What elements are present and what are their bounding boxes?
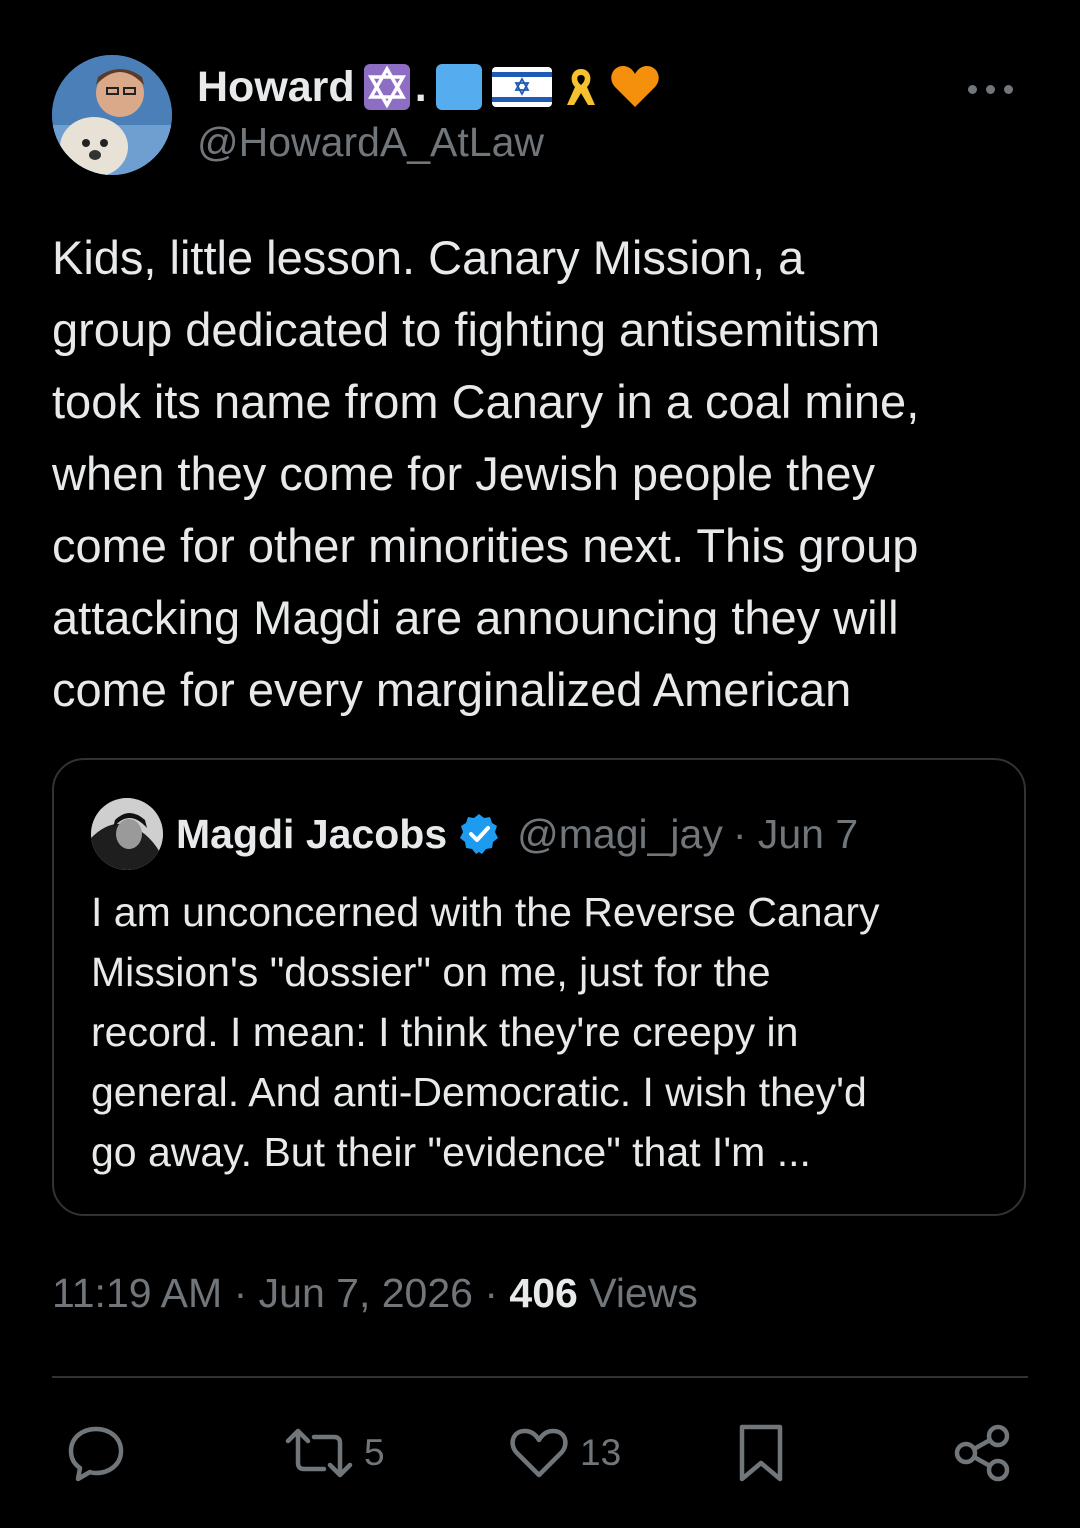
repost-button[interactable]: 5 — [284, 1408, 385, 1498]
israel-flag-icon — [491, 63, 553, 111]
more-options-button[interactable] — [968, 67, 1028, 107]
more-dot — [986, 85, 995, 94]
bookmark-button[interactable] — [734, 1408, 788, 1498]
tweet-metadata: 11:19 AM · Jun 7, 2026 · 406 Views — [52, 1270, 698, 1317]
orange-heart-icon — [609, 63, 661, 111]
meta-separator: · — [233, 1270, 259, 1316]
display-name-row: Howard . — [197, 59, 661, 115]
reply-button[interactable] — [66, 1408, 126, 1498]
more-dot — [968, 85, 977, 94]
tweet-time[interactable]: 11:19 AM — [52, 1270, 222, 1316]
author-handle[interactable]: @HowardA_AtLaw — [197, 119, 661, 166]
repost-count: 5 — [364, 1432, 385, 1473]
repost-icon — [284, 1423, 354, 1483]
share-icon — [952, 1422, 1014, 1484]
more-dot — [1004, 85, 1013, 94]
quoted-header: Magdi Jacobs @magi_jay · Jun 7 — [176, 806, 858, 862]
quoted-tweet[interactable]: Magdi Jacobs @magi_jay · Jun 7 I am unco… — [52, 758, 1026, 1216]
star-of-david-icon — [363, 63, 411, 111]
display-name[interactable]: Howard — [197, 63, 355, 112]
tweet-date[interactable]: Jun 7, 2026 — [259, 1270, 473, 1316]
share-button[interactable] — [952, 1408, 1014, 1498]
name-separator: . — [414, 62, 427, 111]
quoted-date: · Jun 7 — [732, 810, 859, 857]
bookmark-icon — [734, 1421, 788, 1485]
views-count: 406 — [509, 1270, 578, 1316]
action-bar: 5 13 — [0, 1408, 1080, 1498]
quoted-author-avatar[interactable] — [91, 798, 163, 870]
verified-badge-icon — [457, 812, 501, 856]
tweet-header: Howard . @HowardA_AtLaw — [52, 55, 1028, 175]
quoted-handle[interactable]: @magi_jay — [517, 811, 723, 858]
reply-icon — [66, 1423, 126, 1483]
like-button[interactable]: 13 — [508, 1408, 621, 1498]
views-label: Views — [589, 1270, 698, 1316]
blue-square-icon — [435, 63, 483, 111]
yellow-ribbon-icon — [561, 63, 601, 111]
heart-icon — [508, 1423, 570, 1483]
divider — [52, 1376, 1028, 1378]
quoted-text: I am unconcerned with the Reverse Canary… — [91, 889, 880, 1175]
author-avatar[interactable] — [52, 55, 172, 175]
meta-separator: · — [484, 1270, 510, 1316]
like-count: 13 — [580, 1432, 622, 1473]
tweet-text: Kids, little lesson. Canary Mission, a g… — [52, 231, 920, 716]
quoted-display-name[interactable]: Magdi Jacobs — [176, 811, 447, 858]
